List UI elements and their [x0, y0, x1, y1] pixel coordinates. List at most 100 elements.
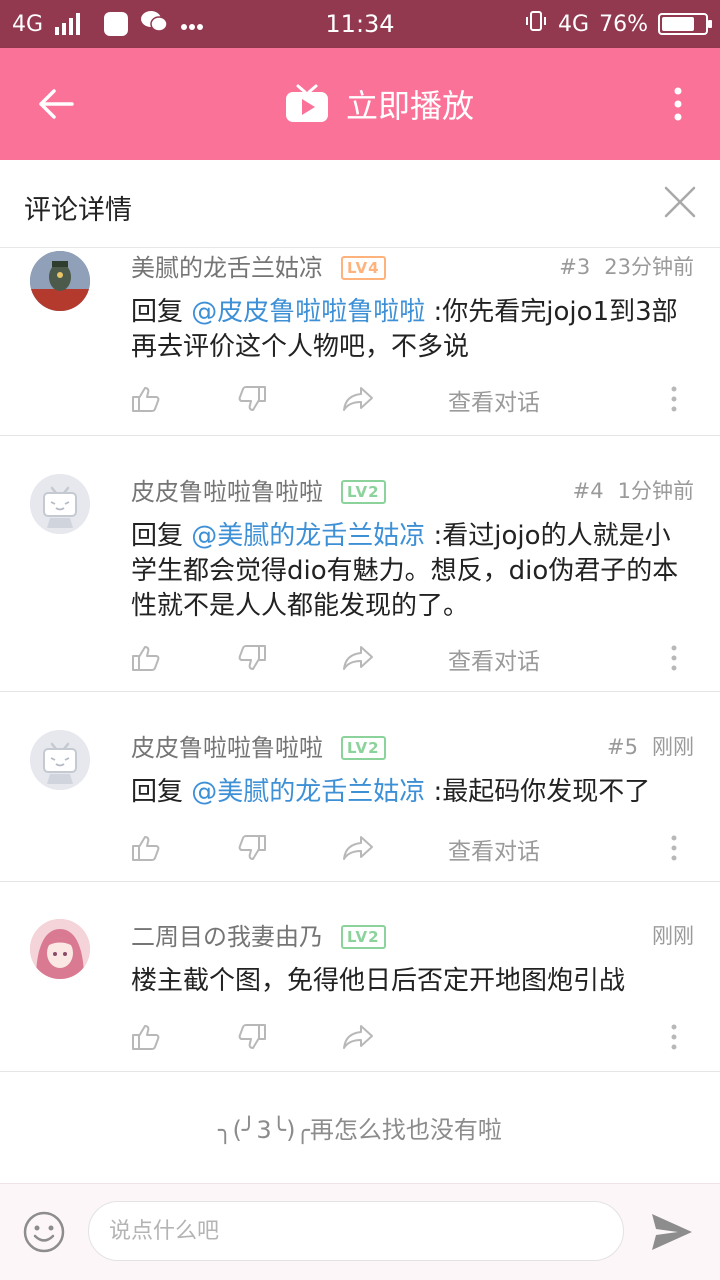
dislike-button[interactable]: [234, 830, 270, 866]
username-text: 二周目の我妻由乃: [131, 923, 323, 951]
comment-item: 美腻的龙舌兰姑凉 LV4 #3 23分钟前 回复 @皮皮鲁啦啦鲁啦啦 :你先看完jo…: [0, 248, 720, 436]
close-icon: [664, 186, 696, 218]
thumbs-down-icon: [238, 645, 266, 670]
comment-more-button[interactable]: [664, 830, 684, 866]
mention-link[interactable]: @美腻的龙舌兰姑凉: [191, 777, 425, 807]
comment-time: 23分钟前: [604, 255, 694, 279]
comment-meta: 刚刚: [652, 920, 694, 950]
comment-text: 回复 @美腻的龙舌兰姑凉 :看过jojo的人就是小学生都会觉得dio有魅力。想反…: [131, 519, 691, 624]
battery-percent: 76%: [599, 11, 648, 37]
comment-time: 刚刚: [652, 924, 694, 948]
like-button[interactable]: [128, 381, 164, 417]
comment-text: 楼主截个图，免得他日后否定开地图炮引战: [131, 964, 691, 999]
dislike-button[interactable]: [234, 381, 270, 417]
comment-text: 回复 @美腻的龙舌兰姑凉 :最起码你发现不了: [131, 775, 691, 810]
share-button[interactable]: [340, 1019, 376, 1055]
arrow-left-icon: [39, 89, 74, 119]
share-button[interactable]: [340, 381, 376, 417]
mention-link[interactable]: @美腻的龙舌兰姑凉: [191, 521, 425, 551]
comment-item: 皮皮鲁啦啦鲁啦啦 LV2 #5 刚刚 回复 @美腻的龙舌兰姑凉 :最起码你发现不了 …: [0, 692, 720, 882]
comment-time: 1分钟前: [617, 479, 694, 503]
reply-prefix: 回复: [131, 777, 192, 807]
avatar[interactable]: [30, 251, 90, 311]
share-button[interactable]: [340, 830, 376, 866]
comment-username[interactable]: 皮皮鲁啦啦鲁啦啦 LV2: [131, 728, 386, 763]
smiley-icon: [23, 1211, 65, 1253]
thumbs-down-icon: [238, 1024, 266, 1049]
more-vertical-icon: [671, 645, 677, 671]
more-options-button[interactable]: [658, 78, 698, 130]
comment-username[interactable]: 皮皮鲁啦啦鲁啦啦 LV2: [131, 472, 386, 507]
username-text: 皮皮鲁啦啦鲁啦啦: [131, 734, 323, 762]
comment-meta: #3 23分钟前: [559, 251, 694, 281]
floor-number: #3: [559, 255, 591, 279]
comment-actions: 查看对话: [0, 830, 720, 870]
comment-text: 回复 @皮皮鲁啦啦鲁啦啦 :你先看完jojo1到3部再去评价这个人物吧，不多说: [131, 295, 691, 365]
comment-list[interactable]: 美腻的龙舌兰姑凉 LV4 #3 23分钟前 回复 @皮皮鲁啦啦鲁啦啦 :你先看完jo…: [0, 248, 720, 1183]
comment-meta: #5 刚刚: [607, 731, 694, 761]
share-icon: [343, 1025, 373, 1049]
floor-number: #5: [607, 735, 638, 759]
like-button[interactable]: [128, 830, 164, 866]
thumbs-down-icon: [238, 386, 266, 411]
play-now-button[interactable]: 立即播放: [284, 76, 474, 132]
vibrate-icon: [524, 9, 548, 39]
like-button[interactable]: [128, 1019, 164, 1055]
comment-username[interactable]: 二周目の我妻由乃 LV2: [131, 917, 386, 952]
more-vertical-icon: [671, 1024, 677, 1050]
back-button[interactable]: [28, 78, 84, 130]
comment-item: 皮皮鲁啦啦鲁啦啦 LV2 #4 1分钟前 回复 @美腻的龙舌兰姑凉 :看过jojo的…: [0, 436, 720, 692]
more-vertical-icon: [674, 87, 682, 121]
send-icon: [652, 1214, 692, 1250]
dislike-button[interactable]: [234, 640, 270, 676]
status-bar: 4G 11:34 4G 76%: [0, 0, 720, 48]
reply-prefix: 回复: [131, 297, 192, 327]
username-text: 皮皮鲁啦啦鲁啦啦: [131, 478, 323, 506]
comment-time: 刚刚: [652, 735, 694, 759]
end-of-list-note: ╮(╯3╰)╭再怎么找也没有啦: [218, 1116, 502, 1144]
avatar[interactable]: [30, 730, 90, 790]
thumbs-down-icon: [238, 835, 266, 860]
level-badge: LV2: [341, 925, 386, 949]
comment-body: :最起码你发现不了: [425, 777, 651, 807]
comment-input[interactable]: [88, 1201, 624, 1261]
page-title: 评论详情: [24, 195, 132, 226]
close-button[interactable]: [660, 182, 700, 222]
comment-actions: [0, 1019, 720, 1059]
view-conversation-link[interactable]: 查看对话: [448, 832, 540, 866]
status-bar-right: 4G 76%: [524, 0, 712, 48]
dislike-button[interactable]: [234, 1019, 270, 1055]
floor-number: #4: [572, 479, 604, 503]
comment-actions: 查看对话: [0, 640, 720, 680]
battery-icon: [658, 13, 712, 35]
comment-actions: 查看对话: [0, 381, 720, 421]
thumbs-up-icon: [132, 646, 160, 671]
comment-username[interactable]: 美腻的龙舌兰姑凉 LV4: [131, 248, 386, 283]
thumbs-up-icon: [132, 836, 160, 861]
comment-more-button[interactable]: [664, 640, 684, 676]
like-button[interactable]: [128, 640, 164, 676]
network-type-right: 4G: [558, 11, 590, 37]
bilibili-tv-icon: [286, 84, 328, 122]
view-conversation-link[interactable]: 查看对话: [448, 383, 540, 417]
avatar[interactable]: [30, 474, 90, 534]
view-conversation-link[interactable]: 查看对话: [448, 642, 540, 676]
comment-input-bar: [0, 1183, 720, 1280]
username-text: 美腻的龙舌兰姑凉: [131, 254, 323, 282]
avatar[interactable]: [30, 919, 90, 979]
share-button[interactable]: [340, 640, 376, 676]
mention-link[interactable]: @皮皮鲁啦啦鲁啦啦: [191, 297, 425, 327]
more-vertical-icon: [671, 386, 677, 412]
emoji-button[interactable]: [22, 1210, 66, 1254]
comment-more-button[interactable]: [664, 381, 684, 417]
share-icon: [343, 836, 373, 860]
level-badge: LV2: [341, 480, 386, 504]
send-button[interactable]: [648, 1210, 696, 1254]
comment-meta: #4 1分钟前: [573, 475, 694, 505]
thumbs-up-icon: [132, 387, 160, 412]
comment-body: 楼主截个图，免得他日后否定开地图炮引战: [131, 966, 626, 996]
comment-detail-header: 评论详情: [0, 160, 720, 248]
share-icon: [343, 387, 373, 411]
more-vertical-icon: [671, 835, 677, 861]
comment-more-button[interactable]: [664, 1019, 684, 1055]
